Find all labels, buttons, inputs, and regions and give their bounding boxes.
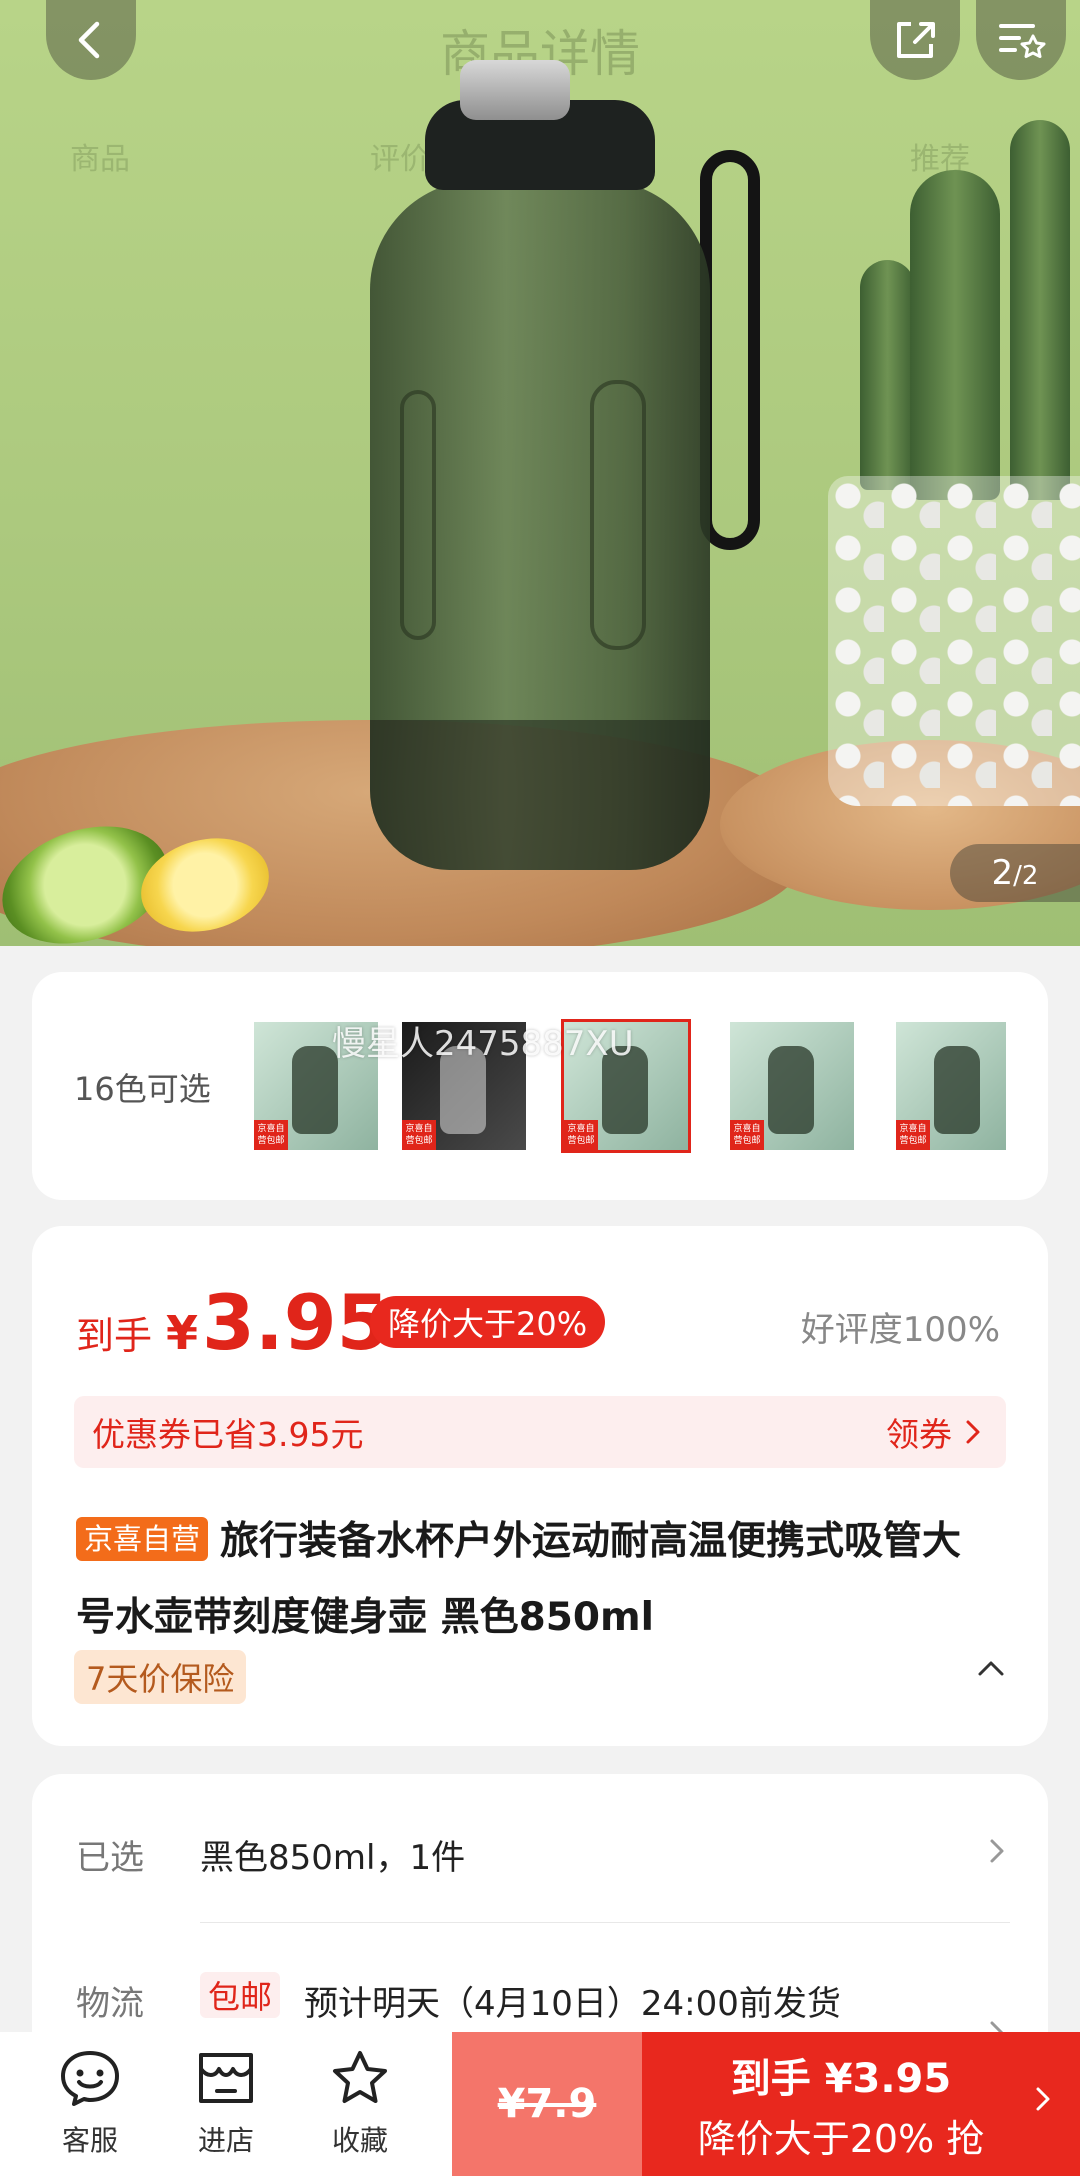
store-label: 进店 [197,2124,254,2157]
back-arrow-icon [78,21,100,59]
thumb-tag: 京喜自营包邮 [730,1120,764,1150]
get-coupon-label: 领券 [886,1415,952,1454]
back-button[interactable] [46,0,136,80]
product-bottle-image [370,60,710,880]
favorites-list-icon [999,24,1046,58]
logistics-label: 物流 [76,1984,144,2024]
customer-service-label: 客服 [61,2124,118,2157]
favorite-label: 收藏 [331,2124,388,2157]
thumb-tag: 京喜自营包邮 [896,1120,930,1150]
price-value: 3.95 [202,1278,390,1367]
rating-text[interactable]: 好评度100% [801,1302,1000,1351]
free-shipping-tag: 包邮 [200,1972,281,2018]
cactus [910,170,1000,500]
price-prefix: 到手 [76,1314,153,1358]
thumb-tag: 京喜自营包邮 [402,1120,436,1150]
chevron-right-icon [966,1420,980,1444]
product-image-carousel[interactable]: 商品详情 商品 评价 推荐 2/2 [0,0,1080,946]
smiley-chat-icon [61,2051,119,2106]
ghost-tab-product: 商品 [70,142,130,177]
share-button[interactable] [870,0,960,80]
selected-row-chevron[interactable] [988,1836,1006,1870]
chevron-up-icon [978,1661,1004,1676]
bottom-action-bar: 客服 进店 收藏 ¥7.9 到手 ¥3.95 降价大于20% 抢 [0,2032,1080,2176]
product-title-text: 旅行装备水杯户外运动耐高温便携式吸管大号水壶带刻度健身壶 黑色850ml [76,1519,962,1640]
chevron-right-icon [1036,2087,1050,2111]
price-card: 到手 ¥ 3.95 降价大于20% 好评度100% 优惠券已省3.95元 领券 … [32,1226,1048,1746]
page-current: 2 [991,853,1014,893]
color-variant-thumb[interactable]: 京喜自营包邮 [730,1022,854,1150]
original-price-button[interactable]: ¥7.9 [452,2032,642,2176]
customer-service-button[interactable]: 客服 [30,2032,150,2176]
selected-value[interactable]: 黑色850ml，1件 [200,1830,465,1879]
color-variant-thumb[interactable]: 京喜自营包邮 [896,1022,1006,1150]
collapse-button[interactable] [976,1658,1006,1682]
store-tag: 京喜自营 [76,1517,209,1561]
store-button[interactable]: 进店 [166,2032,286,2176]
favorite-button[interactable]: 收藏 [300,2032,420,2176]
share-icon [897,22,935,58]
discount-badge: 降价大于20% [370,1296,606,1348]
coupon-saved-text: 优惠券已省3.95元 [92,1415,364,1454]
color-count-label: 16色可选 [74,1070,211,1108]
store-icon [199,2053,253,2103]
row-divider [200,1922,1010,1923]
price-protect-tag[interactable]: 7天价保险 [74,1650,247,1704]
thumb-tag: 京喜自营包邮 [564,1120,598,1150]
watermark-text: 慢星人2475887XU [332,1024,634,1064]
star-icon [333,2051,387,2103]
buy-now-button[interactable]: 到手 ¥3.95 降价大于20% 抢 [642,2032,1080,2176]
price-row: 到手 ¥ 3.95 [76,1278,390,1367]
image-page-indicator: 2/2 [950,844,1080,902]
coupon-bar[interactable]: 优惠券已省3.95元 领券 [74,1396,1006,1468]
pebble-jar [828,476,1080,806]
buy-discount-text: 降价大于20% 抢 [697,2116,985,2161]
cactus [860,260,915,490]
buy-price-text: 到手 ¥3.95 [730,2055,952,2102]
logistics-value[interactable]: 预计明天（4月10日）24:00前发货 [304,1976,841,2025]
page-total: /2 [1013,861,1039,891]
cactus [1010,120,1070,500]
selected-label: 已选 [76,1838,144,1878]
get-coupon-link[interactable]: 领券 [886,1408,982,1456]
thumb-tag: 京喜自营包邮 [254,1120,288,1150]
color-variants-card: 16色可选 京喜自营包邮 京喜自营包邮 京喜自营包邮 京喜自营包邮 京喜自营包邮… [32,972,1048,1200]
product-title: 京喜自营 旅行装备水杯户外运动耐高温便携式吸管大号水壶带刻度健身壶 黑色850ml [76,1504,976,1656]
price-currency: ¥ [166,1306,199,1360]
menu-button[interactable] [976,0,1066,80]
chevron-right-icon [990,1839,1004,1863]
